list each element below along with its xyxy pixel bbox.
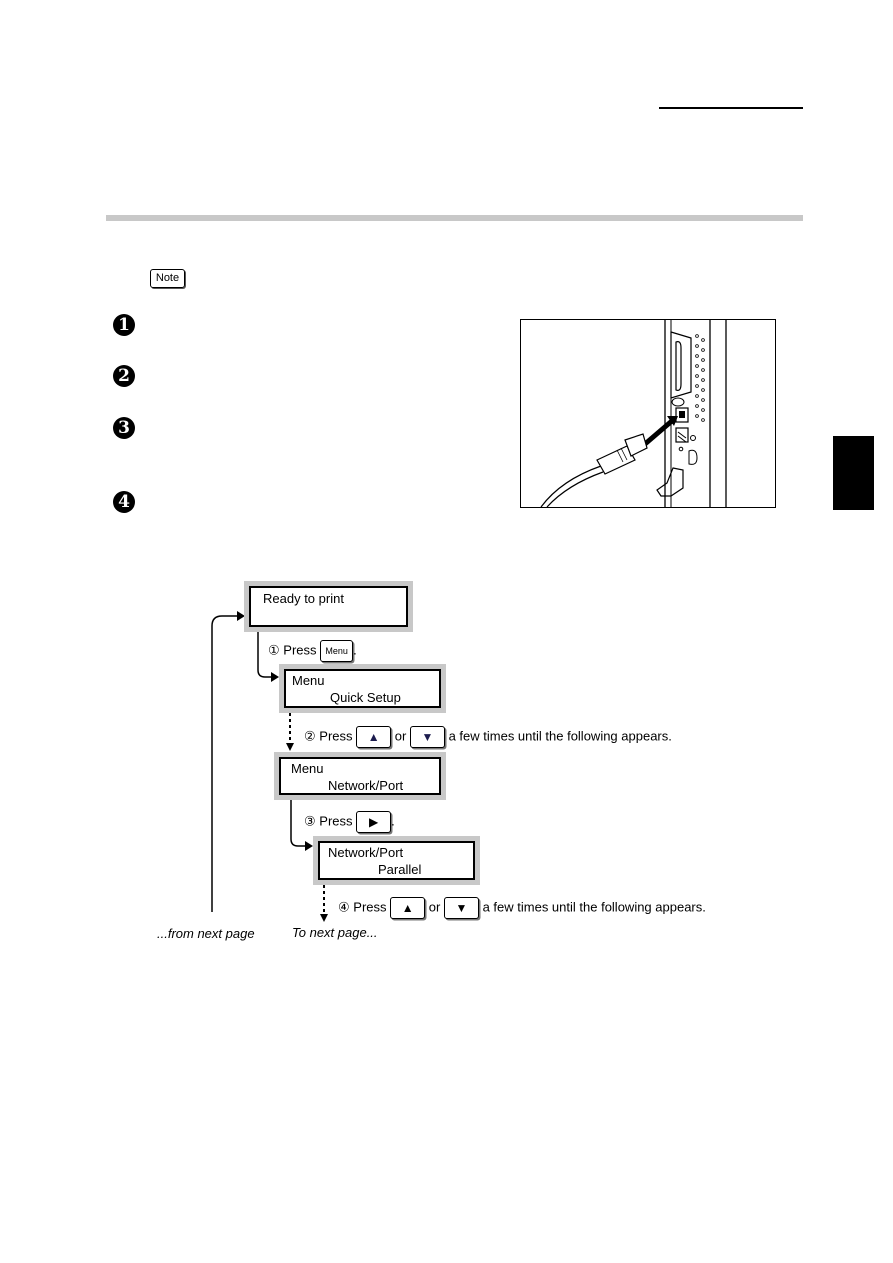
lcd-display-quick-setup: Menu Quick Setup bbox=[279, 664, 446, 713]
press-label: Press bbox=[283, 642, 317, 658]
return-loop-line bbox=[211, 615, 238, 912]
lcd-display-ready: Ready to print bbox=[244, 581, 413, 632]
to-next-page-label: To next page... bbox=[292, 925, 378, 940]
step-3-marker: ③ bbox=[304, 813, 316, 829]
lcd-display-network-port: Menu Network/Port bbox=[274, 752, 446, 800]
step-1-marker: ① bbox=[268, 642, 280, 658]
step-1-instruction: ① Press Menu. bbox=[268, 640, 357, 662]
right-arrow-key[interactable]: ▶ bbox=[356, 811, 392, 833]
press-label: Press bbox=[319, 728, 353, 744]
flow-connectors bbox=[211, 611, 328, 922]
lcd-line2: Network/Port bbox=[328, 778, 404, 793]
from-next-page-label: ...from next page bbox=[157, 926, 255, 941]
down-arrow-key[interactable]: ▼ bbox=[443, 897, 479, 919]
step-4-suffix: a few times until the following appears. bbox=[482, 899, 706, 915]
lcd-display-parallel: Network/Port Parallel bbox=[313, 836, 480, 885]
step-1-suffix: . bbox=[353, 642, 357, 658]
step-2-instruction: ② Press ▲ or ▼ a few times until the fol… bbox=[304, 726, 672, 748]
lcd-line1: Menu bbox=[292, 673, 325, 688]
lcd-line1: Menu bbox=[291, 761, 324, 776]
step-2-suffix: a few times until the following appears. bbox=[448, 728, 672, 744]
up-arrow-key[interactable]: ▲ bbox=[390, 897, 426, 919]
or-label: or bbox=[428, 899, 441, 915]
lcd-line1: Ready to print bbox=[263, 591, 344, 606]
press-label: Press bbox=[319, 813, 353, 829]
step-4-marker: ④ bbox=[338, 899, 350, 915]
down-arrow-key[interactable]: ▼ bbox=[409, 726, 445, 748]
lcd-line2: Quick Setup bbox=[330, 690, 401, 705]
step-4-instruction: ④ Press ▲ or ▼ a few times until the fol… bbox=[338, 897, 706, 919]
lcd-line2: Parallel bbox=[378, 862, 422, 877]
step-3-instruction: ③ Press ▶. bbox=[304, 811, 395, 833]
step-2-marker: ② bbox=[304, 728, 316, 744]
menu-key[interactable]: Menu bbox=[320, 640, 354, 662]
lcd-line1: Network/Port bbox=[328, 845, 404, 860]
up-arrow-key[interactable]: ▲ bbox=[356, 726, 392, 748]
press-label: Press bbox=[353, 899, 387, 915]
or-label: or bbox=[394, 728, 407, 744]
step-3-suffix: . bbox=[391, 813, 395, 829]
